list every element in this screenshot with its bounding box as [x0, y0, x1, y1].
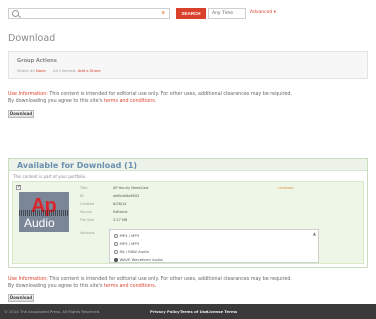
group-actions-panel: Group Actions Select All None All Checke… — [8, 51, 368, 79]
version-option[interactable]: MP3 / MP3 — [114, 241, 139, 246]
item-checkbox[interactable]: ✓ — [16, 185, 21, 190]
meta-label-file-size: File Size — [80, 218, 95, 222]
footer-copyright: © 2014 The Associated Press. All Rights … — [4, 309, 101, 314]
search-icon — [12, 10, 19, 17]
usage-info-label: Use Information: — [8, 92, 48, 97]
version-option[interactable]: MP4 / MP3 — [114, 233, 139, 238]
usage-info-bottom: Use Information: This content is intende… — [8, 276, 368, 290]
usage-period: . — [154, 284, 157, 289]
group-actions-title: Group Actions — [17, 58, 57, 64]
available-title: Available for Download (1) — [17, 160, 138, 170]
versions-label: Versions — [80, 231, 95, 235]
meta-value-file-size: 3.27 MB — [113, 218, 128, 222]
version-option-selected[interactable]: WAVE Waveform Audio — [114, 257, 163, 262]
radio-icon[interactable] — [114, 242, 118, 246]
radio-icon[interactable] — [114, 234, 118, 238]
version-label: WAVE Waveform Audio — [119, 257, 163, 262]
dropdown-caret-icon[interactable]: ▾ — [161, 9, 165, 17]
meta-label-id: ID — [80, 194, 84, 198]
group-actions-row: Select All None All Checked: Add a Share — [17, 68, 101, 73]
meta-value-created: 6/28/14 — [113, 202, 127, 206]
logo-audio-text: Audio — [24, 216, 55, 230]
usage-info-text: This content is intended for editorial u… — [47, 277, 292, 282]
footer-link-license[interactable]: License Terms — [207, 309, 237, 314]
usage-info: Use Information: This content is intende… — [8, 91, 368, 105]
ap-audio-logo: Ap Audio — [19, 192, 69, 232]
page-title: Download — [8, 33, 56, 44]
scroll-up-icon[interactable]: ▲ — [313, 231, 316, 236]
all-checked-label: All Checked: — [53, 68, 77, 73]
usage-info-text: This content is intended for editorial u… — [47, 92, 292, 97]
select-all-label: Select All — [17, 68, 35, 73]
radio-icon[interactable] — [114, 250, 118, 254]
advanced-search-link[interactable]: Advanced ▾ — [250, 10, 276, 15]
radio-selected-icon[interactable] — [114, 258, 118, 262]
search-bar: ▾ SEARCH Any Time Advanced ▾ — [8, 7, 356, 21]
usage-agree-text: By downloading you agree to this site's — [8, 99, 105, 104]
meta-value-id: ae6b4e6a6002 — [113, 194, 140, 198]
footer-link-terms[interactable]: Terms of Use — [180, 309, 208, 314]
meta-value-title: AP Hourly NewsCast — [113, 186, 149, 190]
terms-link[interactable]: terms and conditions — [104, 99, 155, 104]
download-button-bottom[interactable]: Download — [8, 294, 34, 302]
meta-label-source: Source — [80, 210, 93, 214]
versions-list: ▲ MP4 / MP3 MP3 / MP3 RA / RAW Audio WAV… — [109, 229, 319, 263]
footer: © 2014 The Associated Press. All Rights … — [0, 304, 376, 319]
usage-period: . — [154, 99, 157, 104]
footer-link-privacy[interactable]: Privacy Policy — [150, 309, 180, 314]
terms-link[interactable]: terms and conditions — [104, 284, 155, 289]
meta-label-title: Title — [80, 186, 88, 190]
download-item: ✓ Ap Audio Title AP Hourly NewsCast ID a… — [12, 181, 364, 264]
add-share-link[interactable]: Add a Share — [78, 68, 101, 73]
search-button[interactable]: SEARCH — [176, 8, 206, 19]
meta-value-source: Editorial — [113, 210, 128, 214]
usage-info-label: Use Information: — [8, 277, 48, 282]
version-option[interactable]: RA / RAW Audio — [114, 249, 149, 254]
available-subtitle: This content is part of your portfolio. — [13, 174, 87, 179]
license-status: Licensed — [278, 186, 294, 190]
meta-label-created: Created — [80, 202, 94, 206]
available-header: Available for Download (1) — [9, 159, 367, 171]
version-label: MP3 / MP3 — [119, 241, 140, 246]
search-input[interactable]: ▾ — [8, 8, 170, 19]
usage-agree-text: By downloading you agree to this site's — [8, 284, 105, 289]
time-scope-select[interactable]: Any Time — [208, 8, 246, 19]
version-label: MP4 / MP3 — [119, 233, 140, 238]
download-button[interactable]: Download — [8, 110, 34, 118]
select-none-link[interactable]: None — [36, 68, 46, 73]
available-for-download-panel: Available for Download (1) This content … — [8, 158, 368, 268]
version-label: RA / RAW Audio — [119, 249, 149, 254]
